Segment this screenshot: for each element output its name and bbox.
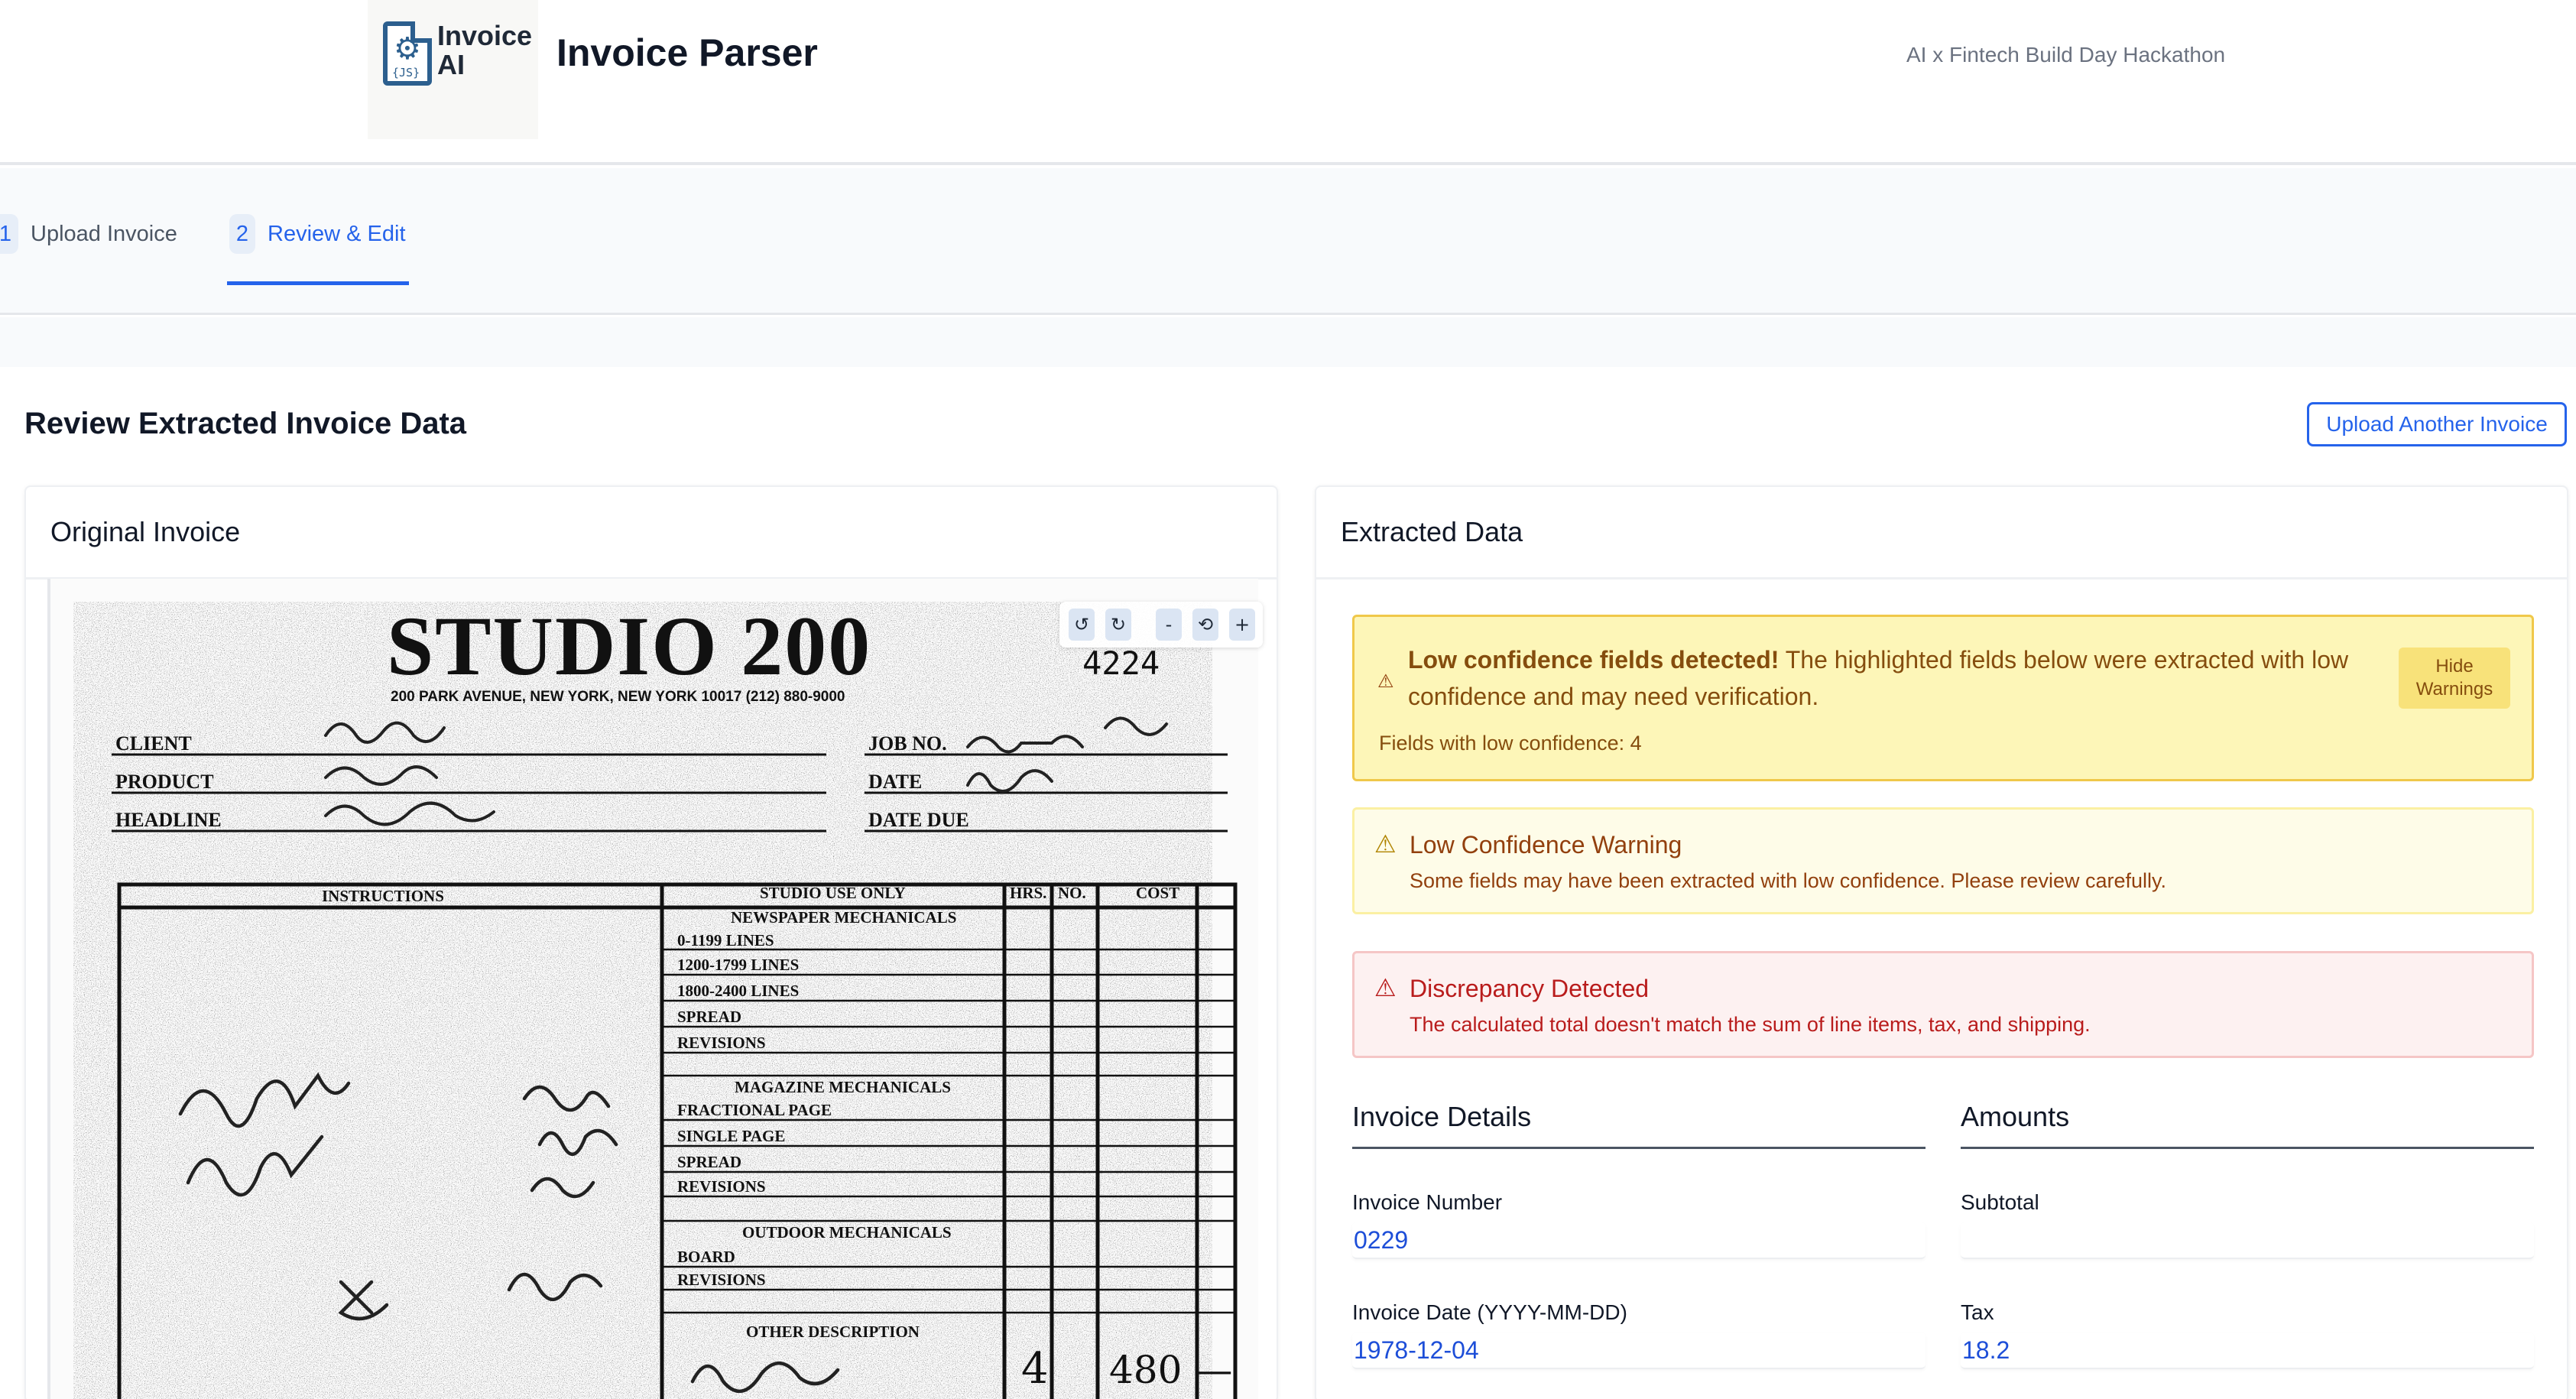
invoice-brand: STUDIO 200 <box>387 599 871 693</box>
zoom-out-button[interactable]: - <box>1156 609 1182 641</box>
spacer <box>0 317 2576 367</box>
alert-bold: Low confidence fields detected! <box>1408 646 1780 674</box>
row-lines-1: 0-1199 LINES <box>677 931 774 949</box>
step-label: Review & Edit <box>268 221 406 246</box>
low-confidence-warning: ⚠ Low Confidence Warning Some fields may… <box>1352 807 2534 914</box>
row-revisions: REVISIONS <box>677 1034 766 1052</box>
original-invoice-panel: Original Invoice STUDIO 200 200 PARK AVE… <box>24 485 1278 1399</box>
upload-another-button[interactable]: Upload Another Invoice <box>2307 402 2567 446</box>
logo-badge: {JS} <box>392 66 420 80</box>
warning-icon: ⚠ <box>1377 671 1394 692</box>
row-board: BOARD <box>677 1248 735 1266</box>
row-revisions-3: REVISIONS <box>677 1271 766 1289</box>
logo-text: Invoice AI <box>437 20 533 80</box>
row-spread: SPREAD <box>677 1008 741 1026</box>
row-revisions-2: REVISIONS <box>677 1177 766 1196</box>
step-number: 1 <box>0 214 18 254</box>
zoom-in-button[interactable]: + <box>1229 609 1255 641</box>
row-spread-2: SPREAD <box>677 1153 741 1171</box>
tax-label: Tax <box>1961 1300 1994 1324</box>
tax-input[interactable]: 18.2 <box>1961 1332 2534 1369</box>
invoice-number-label: Invoice Number <box>1352 1190 1503 1214</box>
image-toolbar: ↺ ↻ - ⟲ + <box>1059 602 1263 648</box>
hrs-header: HRS. <box>1010 884 1046 902</box>
active-tab-indicator <box>227 281 409 285</box>
divider <box>1316 577 2567 579</box>
invoice-date-label: Invoice Date (YYYY-MM-DD) <box>1352 1300 1627 1324</box>
invoice-address: 200 PARK AVENUE, NEW YORK, NEW YORK 1001… <box>391 689 845 705</box>
reset-view-button[interactable]: ⟲ <box>1192 609 1218 641</box>
instructions-header: INSTRUCTIONS <box>322 887 444 905</box>
tab-review-edit[interactable]: 2 Review & Edit <box>229 214 406 254</box>
document-icon: ⚙ {JS} <box>383 21 432 86</box>
row-lines-2: 1200-1799 LINES <box>677 956 799 974</box>
panel-title: Extracted Data <box>1341 516 1523 547</box>
other-section: OTHER DESCRIPTION <box>746 1323 920 1341</box>
row-lines-3: 1800-2400 LINES <box>677 982 799 1000</box>
low-confidence-alert: ⚠ Low confidence fields detected! The hi… <box>1352 615 2534 781</box>
date-label: DATE <box>868 771 922 793</box>
invoice-number-input[interactable]: 0229 <box>1352 1222 1926 1259</box>
panel-title: Original Invoice <box>50 516 241 547</box>
invoice-number-printed: 4224 <box>1082 644 1160 682</box>
no-header: NO. <box>1058 884 1086 902</box>
step-label: Upload Invoice <box>31 221 177 246</box>
section-underline <box>1352 1147 1926 1149</box>
step-number: 2 <box>229 214 255 254</box>
app-logo: ⚙ {JS} Invoice AI <box>368 0 538 139</box>
invoice-date-input[interactable]: 1978-12-04 <box>1352 1332 1926 1369</box>
gear-icon: ⚙ <box>394 31 421 67</box>
event-name: AI x Fintech Build Day Hackathon <box>1906 43 2226 67</box>
warning-title: Low Confidence Warning <box>1410 831 1682 859</box>
error-triangle-icon: ⚠ <box>1374 974 1397 1001</box>
client-label: CLIENT <box>115 732 192 755</box>
alert-message: Low confidence fields detected! The high… <box>1408 641 2379 715</box>
app-header: ⚙ {JS} Invoice AI Invoice Parser AI x Fi… <box>0 0 2576 165</box>
subtotal-label: Subtotal <box>1961 1190 2039 1214</box>
invoice-image-viewer[interactable]: STUDIO 200 200 PARK AVENUE, NEW YORK, NE… <box>47 579 1258 1399</box>
subtotal-input[interactable] <box>1961 1222 2534 1259</box>
headline-label: HEADLINE <box>115 809 222 831</box>
cost-header: COST <box>1136 884 1179 902</box>
page-title: Review Extracted Invoice Data <box>24 407 467 440</box>
newspaper-section: NEWSPAPER MECHANICALS <box>731 908 956 927</box>
handwritten-cost: 480 — <box>1109 1348 1232 1392</box>
section-underline <box>1961 1147 2534 1149</box>
invoice-details-title: Invoice Details <box>1352 1101 1532 1132</box>
warning-body: Some fields may have been extracted with… <box>1410 869 2166 892</box>
discrepancy-body: The calculated total doesn't match the s… <box>1410 1013 2091 1036</box>
discrepancy-title: Discrepancy Detected <box>1410 975 1650 1002</box>
product-label: PRODUCT <box>115 771 214 793</box>
tab-upload-invoice[interactable]: 1 Upload Invoice <box>0 214 177 254</box>
app-title: Invoice Parser <box>556 31 818 74</box>
step-tabs: 1 Upload Invoice 2 Review & Edit <box>0 168 2576 315</box>
amounts-title: Amounts <box>1961 1101 2070 1132</box>
discrepancy-alert: ⚠ Discrepancy Detected The calculated to… <box>1352 951 2534 1058</box>
hide-warnings-button[interactable]: Hide Warnings <box>2399 648 2510 709</box>
rotate-left-button[interactable]: ↺ <box>1069 609 1095 641</box>
row-single: SINGLE PAGE <box>677 1127 785 1145</box>
extracted-data-panel: Extracted Data ⚠ Low confidence fields d… <box>1315 485 2568 1399</box>
rotate-right-button[interactable]: ↻ <box>1105 609 1131 641</box>
row-fractional: FRACTIONAL PAGE <box>677 1101 832 1119</box>
magazine-section: MAGAZINE MECHANICALS <box>735 1078 951 1096</box>
job-label: JOB NO. <box>868 732 947 755</box>
handwritten-qty: 4 <box>1021 1344 1049 1394</box>
outdoor-section: OUTDOOR MECHANICALS <box>742 1223 952 1242</box>
date-due-label: DATE DUE <box>868 809 969 831</box>
warning-icon: ⚠ <box>1374 830 1397 858</box>
low-confidence-count: Fields with low confidence: 4 <box>1379 732 1642 755</box>
invoice-scan: STUDIO 200 200 PARK AVENUE, NEW YORK, NE… <box>50 579 1258 1399</box>
studio-use-header: STUDIO USE ONLY <box>760 884 906 902</box>
